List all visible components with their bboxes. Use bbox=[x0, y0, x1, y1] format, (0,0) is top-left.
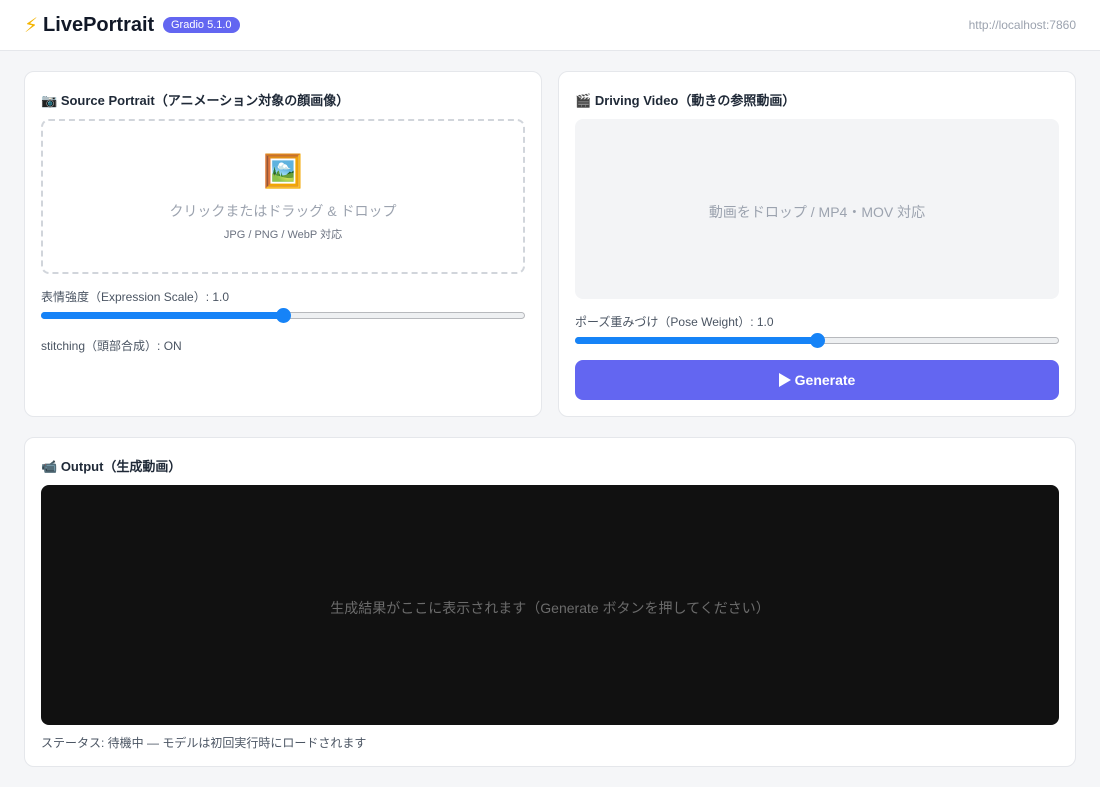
video-drop-text: 動画をドロップ / MP4・MOV 対応 bbox=[708, 204, 926, 220]
source-panel-title-text: Source Portrait（アニメーション対象の顔画像） bbox=[60, 93, 350, 108]
lightning-icon: ⚡ bbox=[24, 14, 39, 37]
output-placeholder: 生成結果がここに表示されます（Generate ボタンを押してください） bbox=[330, 600, 770, 616]
picture-icon: 🖼️ bbox=[263, 153, 303, 189]
slider-fill bbox=[41, 312, 283, 319]
output-video-player[interactable]: 生成結果がここに表示されます（Generate ボタンを押してください） bbox=[41, 485, 1059, 725]
image-upload-dropzone[interactable]: 🖼️ クリックまたはドラッグ & ドロップ JPG / PNG / WebP 対… bbox=[41, 119, 525, 274]
driving-panel-title: 🎬 Driving Video（動きの参照動画） bbox=[575, 90, 795, 109]
stitching-label: stitching（頭部合成）: ON bbox=[41, 339, 182, 353]
slider-fill bbox=[575, 337, 817, 344]
generate-button[interactable]: Generate bbox=[575, 360, 1059, 400]
generate-label: Generate bbox=[794, 372, 856, 388]
video-dropzone[interactable]: 動画をドロップ / MP4・MOV 対応 bbox=[575, 119, 1059, 299]
video-camera-icon: 📹 bbox=[41, 459, 58, 474]
status-text: ステータス: 待機中 — モデルは初回実行時にロードされます bbox=[41, 736, 367, 750]
pose-weight-label: ポーズ重みづけ（Pose Weight）: 1.0 bbox=[575, 315, 774, 329]
clapperboard-icon: 🎬 bbox=[575, 93, 592, 108]
output-panel-title: 📹 Output（生成動画） bbox=[41, 456, 181, 475]
expression-scale-label: 表情強度（Expression Scale）: 1.0 bbox=[41, 290, 230, 304]
slider-thumb[interactable] bbox=[810, 333, 825, 348]
output-panel: 📹 Output（生成動画） 生成結果がここに表示されます（Generate ボ… bbox=[24, 437, 1076, 767]
app-header: ⚡ LivePortrait Gradio 5.1.0 http://local… bbox=[0, 0, 1100, 51]
play-icon bbox=[778, 373, 791, 387]
upload-formats: JPG / PNG / WebP 対応 bbox=[223, 229, 343, 241]
source-portrait-panel: 📷 Source Portrait（アニメーション対象の顔画像） 🖼️ クリック… bbox=[24, 71, 542, 417]
app-logo: ⚡ LivePortrait bbox=[24, 13, 154, 37]
version-badge: Gradio 5.1.0 bbox=[163, 17, 240, 33]
app-title: LivePortrait bbox=[43, 13, 155, 36]
expression-scale-slider[interactable] bbox=[41, 307, 525, 323]
driving-video-panel: 🎬 Driving Video（動きの参照動画） 動画をドロップ / MP4・M… bbox=[558, 71, 1076, 417]
camera-icon: 📷 bbox=[41, 93, 58, 108]
output-panel-title-text: Output（生成動画） bbox=[60, 459, 182, 474]
driving-panel-title-text: Driving Video（動きの参照動画） bbox=[594, 93, 796, 108]
source-panel-title: 📷 Source Portrait（アニメーション対象の顔画像） bbox=[41, 90, 349, 109]
pose-weight-slider[interactable] bbox=[575, 332, 1059, 348]
server-url: http://localhost:7860 bbox=[968, 18, 1076, 32]
upload-instruction: クリックまたはドラッグ & ドロップ bbox=[169, 203, 397, 219]
slider-thumb[interactable] bbox=[276, 308, 291, 323]
